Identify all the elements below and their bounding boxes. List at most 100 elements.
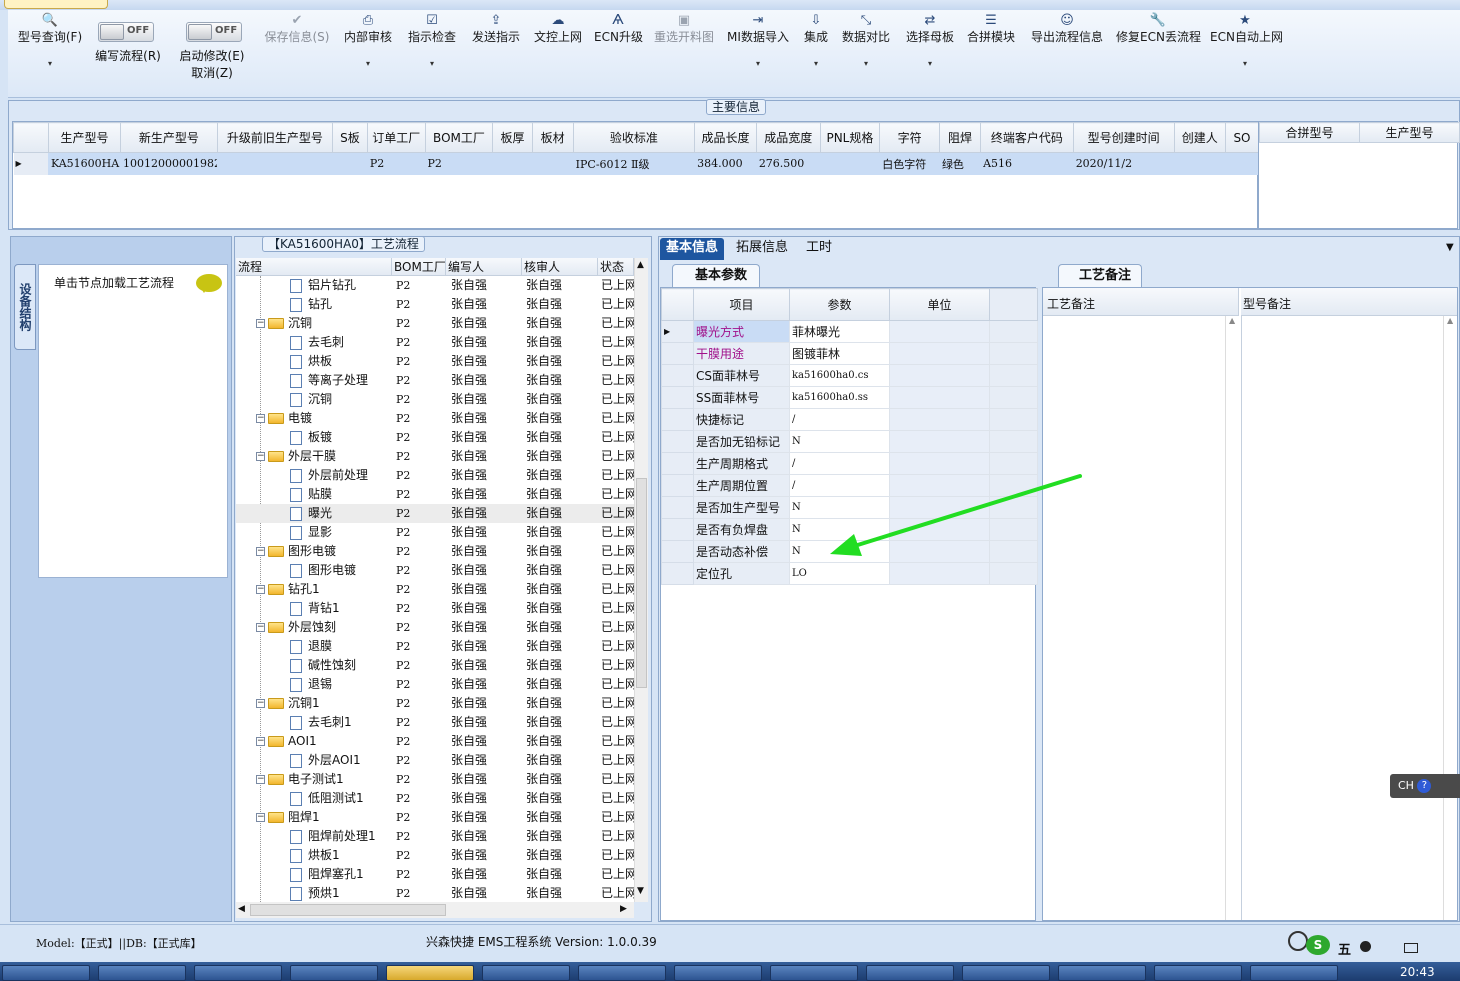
taskbar-item[interactable] xyxy=(2,965,90,981)
process-row[interactable]: 贴膜 P2 张自强 张自强 已上网 xyxy=(236,485,634,504)
sogou-ime-icon[interactable]: S xyxy=(1306,935,1330,955)
tabs-dropdown-icon[interactable]: ▼ xyxy=(1446,242,1454,253)
main-cell-17[interactable] xyxy=(1225,152,1260,175)
main-col-17[interactable]: SO xyxy=(1224,122,1260,153)
model-notes-header[interactable]: 型号备注 xyxy=(1241,288,1457,316)
tab-work-hours[interactable]: 工时 xyxy=(800,238,838,260)
process-node[interactable]: 贴膜 xyxy=(236,485,390,504)
main-cell-6[interactable] xyxy=(492,152,533,175)
taskbar-item[interactable] xyxy=(1154,965,1242,981)
vscroll-thumb[interactable] xyxy=(636,478,647,688)
param-row-header[interactable] xyxy=(661,518,694,541)
taskbar-item[interactable] xyxy=(1250,965,1338,981)
dropdown-arrow-icon[interactable]: ▾ xyxy=(344,57,392,71)
tab-extended-info[interactable]: 拓展信息 xyxy=(730,238,794,260)
collapse-icon[interactable]: − xyxy=(256,414,265,423)
process-node[interactable]: 去毛刺 xyxy=(236,333,390,352)
taskbar-item[interactable] xyxy=(674,965,762,981)
tab-basic-params[interactable]: 基本参数 xyxy=(672,264,760,287)
scroll-left-icon[interactable]: ◀ xyxy=(238,904,245,914)
dropdown-arrow-icon[interactable]: ▾ xyxy=(726,57,790,71)
toolbar-button-1[interactable]: ✔ 保存信息(S) xyxy=(262,12,332,44)
process-row[interactable]: 阻焊塞孔1 P2 张自强 张自强 已上网 xyxy=(236,865,634,884)
scroll-down-icon[interactable]: ▼ xyxy=(637,886,644,896)
process-vscrollbar[interactable]: ▲ ▼ xyxy=(634,258,648,902)
process-node[interactable]: 等离子处理 xyxy=(236,371,390,390)
collapse-icon[interactable]: − xyxy=(256,813,265,822)
param-value[interactable]: / xyxy=(789,408,890,431)
param-row-header[interactable] xyxy=(661,408,694,431)
taskbar-clock[interactable]: 20:43 xyxy=(1400,965,1435,979)
collapse-icon[interactable]: − xyxy=(256,699,265,708)
param-unit[interactable] xyxy=(889,342,990,365)
process-node[interactable]: 低阻测试1 xyxy=(236,789,390,808)
param-value[interactable]: 图镀菲林 xyxy=(789,342,890,365)
collapse-icon[interactable]: − xyxy=(256,775,265,784)
param-row[interactable]: ▶ 曝光方式 菲林曝光 xyxy=(661,320,1038,343)
param-unit[interactable] xyxy=(889,364,990,387)
param-row-header[interactable] xyxy=(661,364,694,387)
process-node[interactable]: − AOI1 xyxy=(236,732,390,751)
dropdown-arrow-icon[interactable]: ▾ xyxy=(406,57,458,71)
toolbar-button-3[interactable]: ☑ 指示检查 ▾ xyxy=(406,12,458,71)
main-cell-12[interactable]: 白色字符 xyxy=(879,152,940,175)
hscroll-thumb[interactable] xyxy=(250,904,446,916)
process-node[interactable]: 曝光 xyxy=(236,504,390,523)
taskbar-item[interactable] xyxy=(290,965,378,981)
process-node[interactable]: 退膜 xyxy=(236,637,390,656)
taskbar-item[interactable] xyxy=(1058,965,1146,981)
device-structure-tab[interactable]: 设备结构 xyxy=(14,264,36,350)
process-col-bom[interactable]: BOM工厂 xyxy=(392,258,446,276)
toolbar-button-4[interactable]: ⇪ 发送指示 xyxy=(470,12,522,44)
process-node[interactable]: 预烘1 xyxy=(236,884,390,902)
main-cell-2[interactable] xyxy=(217,152,333,175)
dropdown-arrow-icon[interactable]: ▾ xyxy=(1210,57,1280,71)
combine-col-prod[interactable]: 生产型号 xyxy=(1359,122,1460,143)
dropdown-arrow-icon[interactable]: ▾ xyxy=(16,57,84,71)
process-row[interactable]: 碱性蚀刻 P2 张自强 张自强 已上网 xyxy=(236,656,634,675)
cancel-edit-label[interactable]: 取消(Z) xyxy=(176,66,248,81)
param-row[interactable]: 快捷标记 / xyxy=(661,408,1038,431)
scroll-up-icon[interactable]: ▲ xyxy=(637,260,644,270)
process-node[interactable]: 退锡 xyxy=(236,675,390,694)
params-col-value[interactable]: 参数 xyxy=(789,288,890,321)
dropdown-arrow-icon[interactable]: ▾ xyxy=(904,57,956,71)
process-row[interactable]: 阻焊前处理1 P2 张自强 张自强 已上网 xyxy=(236,827,634,846)
taskbar-item[interactable] xyxy=(194,965,282,981)
main-col-3[interactable]: S板 xyxy=(331,122,368,153)
process-row[interactable]: 外层AOI1 P2 张自强 张自强 已上网 xyxy=(236,751,634,770)
main-col-7[interactable]: 板材 xyxy=(531,122,574,153)
param-row-header[interactable] xyxy=(661,540,694,563)
collapse-icon[interactable]: − xyxy=(256,623,265,632)
param-unit[interactable] xyxy=(889,386,990,409)
process-node[interactable]: 沉铜 xyxy=(236,390,390,409)
collapse-icon[interactable]: − xyxy=(256,737,265,746)
process-node[interactable]: − 外层蚀刻 xyxy=(236,618,390,637)
process-node[interactable]: 背钻1 xyxy=(236,599,390,618)
main-col-2[interactable]: 升级前旧生产型号 xyxy=(216,122,333,153)
main-cell-16[interactable] xyxy=(1174,152,1226,175)
toolbar-button-9[interactable]: ⇩ 集成 ▾ xyxy=(802,12,830,71)
process-node[interactable]: − 图形电镀 xyxy=(236,542,390,561)
tab-process-notes[interactable]: 工艺备注 xyxy=(1058,264,1142,287)
param-row-header[interactable] xyxy=(661,474,694,497)
process-row[interactable]: 烘板 P2 张自强 张自强 已上网 xyxy=(236,352,634,371)
toolbar-button-14[interactable]: 🔧 修复ECN丢流程 xyxy=(1116,12,1201,44)
taskbar-item-active[interactable] xyxy=(386,965,474,981)
process-row[interactable]: 板镀 P2 张自强 张自强 已上网 xyxy=(236,428,634,447)
process-col-status[interactable]: 状态 xyxy=(598,258,634,276)
process-hscrollbar[interactable]: ◀ ▶ xyxy=(236,902,634,918)
param-row[interactable]: 干膜用途 图镀菲林 xyxy=(661,342,1038,365)
params-col-unit[interactable]: 单位 xyxy=(889,288,990,321)
main-col-11[interactable]: PNL规格 xyxy=(819,122,881,153)
process-row[interactable]: 退锡 P2 张自强 张自强 已上网 xyxy=(236,675,634,694)
taskbar-item[interactable] xyxy=(578,965,666,981)
main-col-14[interactable]: 终端客户代码 xyxy=(980,122,1074,153)
toolbar-button-11[interactable]: ⇄ 选择母板 ▾ xyxy=(904,12,956,71)
ime-moon-icon[interactable] xyxy=(1360,941,1371,952)
main-col-1[interactable]: 新生产型号 xyxy=(119,122,218,153)
process-row[interactable]: − 钻孔1 P2 张自强 张自强 已上网 xyxy=(236,580,634,599)
grid-corner[interactable] xyxy=(13,122,49,153)
process-node[interactable]: − 沉铜 xyxy=(236,314,390,333)
main-cell-7[interactable] xyxy=(532,152,574,175)
